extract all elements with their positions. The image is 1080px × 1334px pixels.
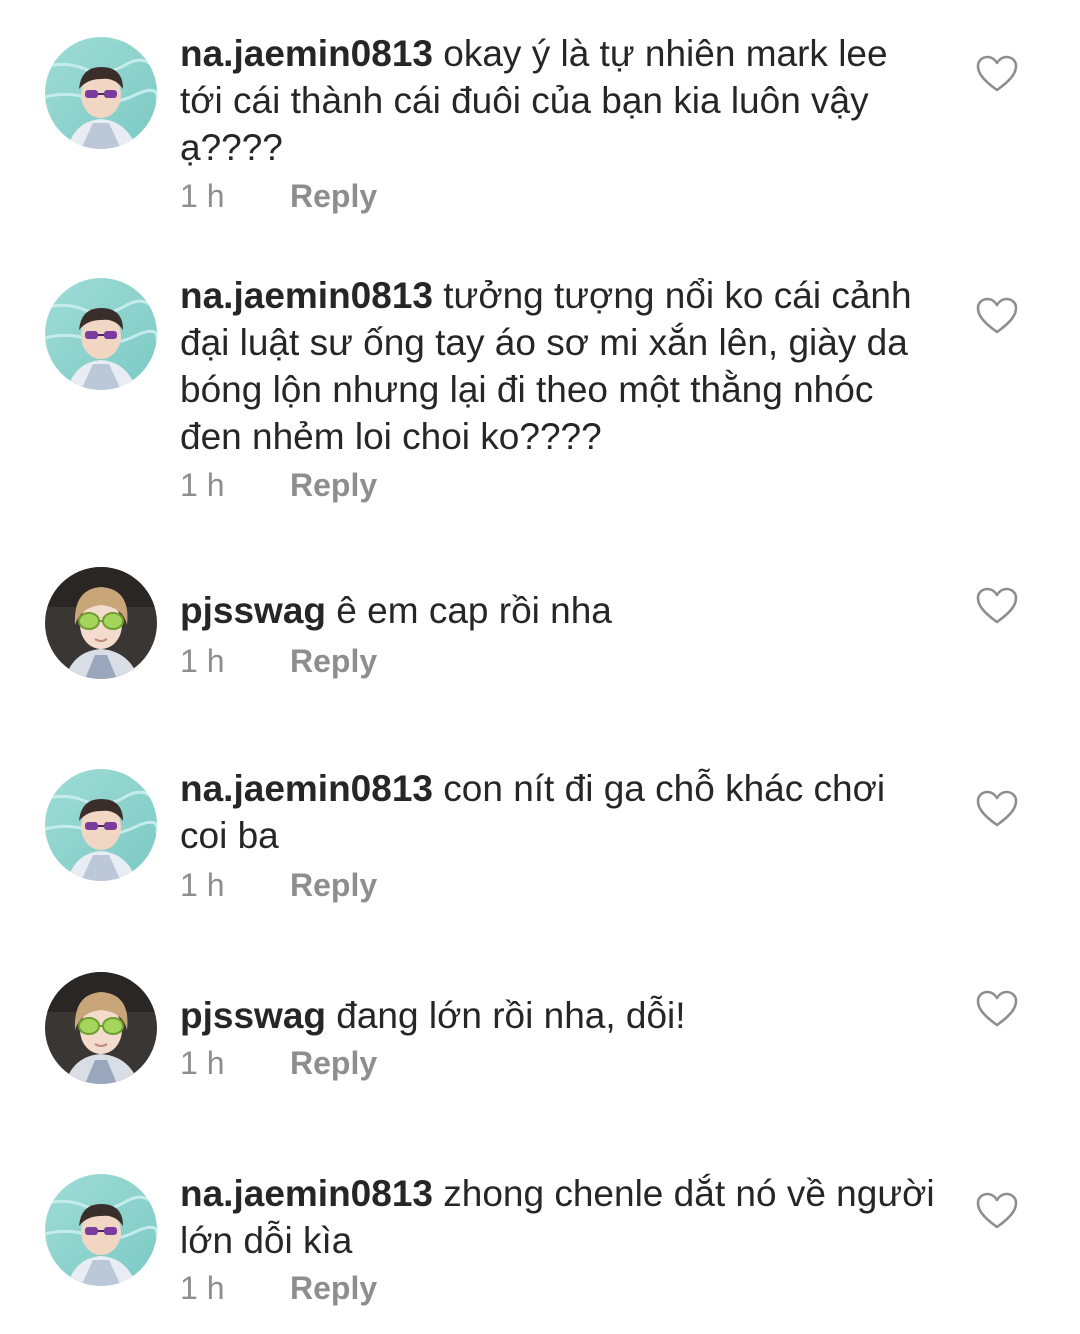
comment-username[interactable]: na.jaemin0813 [180,768,433,809]
avatar[interactable] [45,567,157,679]
comment-timestamp: 1 h [180,1045,225,1081]
heart-outline-icon [976,790,1018,827]
avatar[interactable] [45,769,157,881]
comment-meta: 1 h Reply [180,465,377,505]
like-button[interactable] [976,990,1018,1028]
like-button[interactable] [976,55,1018,93]
like-button[interactable] [976,297,1018,335]
comment-username[interactable]: pjsswag [180,995,326,1036]
heart-outline-icon [976,587,1018,624]
comment-body: ê em cap rồi nha [336,590,612,631]
comment-timestamp: 1 h [180,467,225,503]
reply-button[interactable]: Reply [290,176,377,216]
comment-timestamp: 1 h [180,1270,225,1306]
comment-body: đang lớn rồi nha, dỗi! [336,995,686,1036]
like-button[interactable] [976,790,1018,828]
comment-text: na.jaemin0813 zhong chenle dắt nó về ngư… [180,1170,940,1264]
reply-button[interactable]: Reply [290,1043,377,1083]
comment-timestamp: 1 h [180,867,225,903]
comment-username[interactable]: na.jaemin0813 [180,1173,433,1214]
avatar[interactable] [45,1174,157,1286]
comment-meta: 1 h Reply [180,1268,377,1308]
avatar[interactable] [45,278,157,390]
comment-text: na.jaemin0813 con nít đi ga chỗ khác chơ… [180,765,940,859]
reply-button[interactable]: Reply [290,1268,377,1308]
heart-outline-icon [976,55,1018,92]
comment-timestamp: 1 h [180,643,225,679]
comment-text: na.jaemin0813 tưởng tượng nổi ko cái cản… [180,272,940,460]
heart-outline-icon [976,990,1018,1027]
like-button[interactable] [976,1192,1018,1230]
avatar[interactable] [45,37,157,149]
comment-username[interactable]: pjsswag [180,590,326,631]
comment-meta: 1 h Reply [180,176,377,216]
comment-text: pjsswag ê em cap rồi nha [180,587,940,634]
reply-button[interactable]: Reply [290,465,377,505]
heart-outline-icon [976,1192,1018,1229]
comment-timestamp: 1 h [180,178,225,214]
comment-text: pjsswag đang lớn rồi nha, dỗi! [180,992,940,1039]
reply-button[interactable]: Reply [290,865,377,905]
comment-username[interactable]: na.jaemin0813 [180,275,433,316]
comment-meta: 1 h Reply [180,1043,377,1083]
heart-outline-icon [976,297,1018,334]
comment-meta: 1 h Reply [180,641,377,681]
comment-meta: 1 h Reply [180,865,377,905]
comment-username[interactable]: na.jaemin0813 [180,33,433,74]
avatar[interactable] [45,972,157,1084]
reply-button[interactable]: Reply [290,641,377,681]
like-button[interactable] [976,587,1018,625]
comment-text: na.jaemin0813 okay ý là tự nhiên mark le… [180,30,940,171]
